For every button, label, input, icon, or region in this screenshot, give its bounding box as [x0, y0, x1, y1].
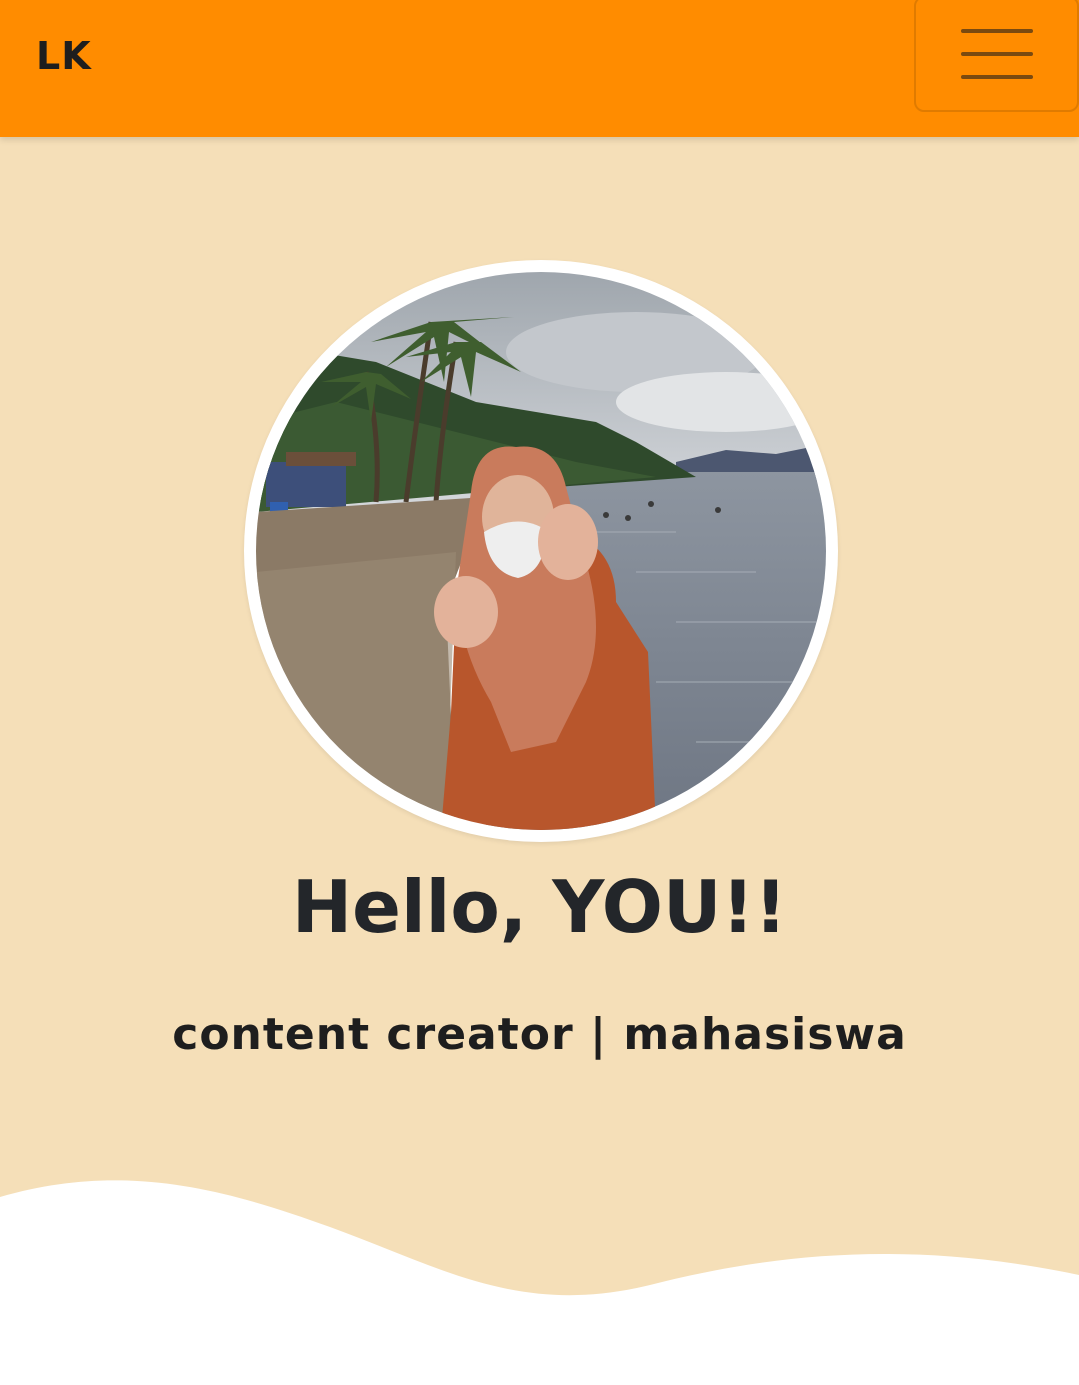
hero-section: Hello, YOU!! content creator | mahasiswa [0, 137, 1079, 1385]
hamburger-menu-icon [960, 25, 1034, 83]
hero-subtitle: content creator | mahasiswa [172, 1009, 907, 1060]
navbar: LK [0, 0, 1079, 137]
profile-photo [256, 272, 826, 830]
menu-toggle-button[interactable] [914, 0, 1079, 112]
hero-title: Hello, YOU!! [291, 865, 788, 949]
profile-photo-frame [244, 260, 838, 842]
wave-divider [0, 1180, 1079, 1385]
navbar-brand[interactable]: LK [36, 34, 92, 78]
